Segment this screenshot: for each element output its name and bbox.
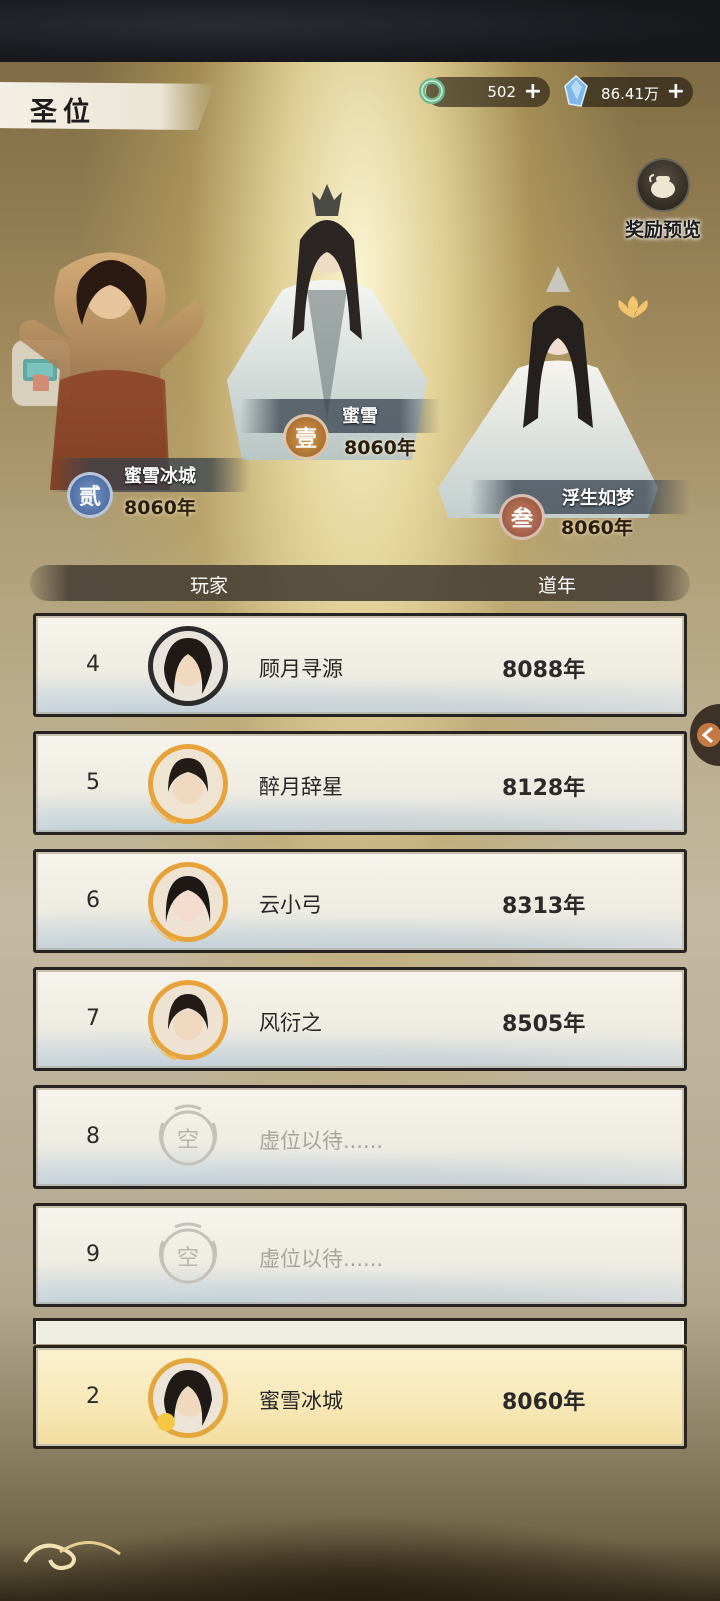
empty-seat-icon: 空 — [146, 1214, 230, 1298]
row-years: 8313年 — [502, 894, 586, 919]
table-row[interactable]: 6 云小弓 8313年 — [33, 849, 687, 953]
row-background-hills — [36, 784, 684, 832]
row-rank: 6 — [86, 888, 100, 913]
table-row[interactable]: 4 顾月寻源 8088年 — [33, 613, 687, 717]
first-name: 蜜雪 — [342, 406, 378, 427]
reward-preview-button[interactable]: 奖励预览 — [613, 158, 713, 241]
first-rank-badge: 壹 — [283, 414, 329, 460]
row-rank: 8 — [86, 1124, 100, 1149]
table-header: 玩家 道年 — [30, 565, 690, 601]
row-player-name: 顾月寻源 — [259, 657, 343, 681]
right-edge-tab[interactable] — [690, 704, 720, 766]
status-bar-area — [0, 0, 720, 62]
jade-currency[interactable]: 502 + — [419, 77, 550, 107]
avatar[interactable] — [146, 742, 230, 826]
jade-value: 502 — [487, 83, 516, 101]
avatar[interactable] — [146, 860, 230, 944]
years-column-header: 道年 — [538, 575, 577, 597]
avatar[interactable] — [146, 624, 230, 708]
table-row[interactable]: 5 醉月辞星 8128年 — [33, 731, 687, 835]
reward-preview-label: 奖励预览 — [624, 219, 701, 241]
row-player-name: 虚位以待...... — [259, 1247, 384, 1271]
podium-figure-third[interactable] — [428, 258, 678, 518]
second-rank-badge: 贰 — [67, 472, 113, 518]
empty-seat-icon: 空 — [146, 1096, 230, 1180]
crystal-value: 86.41万 — [601, 85, 659, 103]
crystal-currency[interactable]: 86.41万 + — [564, 74, 693, 107]
second-years: 8060年 — [124, 497, 196, 519]
row-player-name: 醉月辞星 — [259, 775, 343, 799]
avatar[interactable] — [146, 1356, 230, 1440]
row-background-hills — [36, 1020, 684, 1068]
row-years: 8128年 — [502, 776, 586, 801]
table-row-partial — [33, 1318, 687, 1344]
my-player-name: 蜜雪冰城 — [259, 1389, 343, 1413]
row-years: 8088年 — [502, 658, 586, 683]
chevron-left-icon — [697, 723, 720, 747]
row-rank: 4 — [86, 652, 100, 677]
second-name: 蜜雪冰城 — [124, 466, 196, 487]
empty-seat-label: 空 — [176, 1246, 199, 1271]
treasure-pot-icon — [636, 158, 690, 212]
row-rank: 7 — [86, 1006, 100, 1031]
my-years: 8060年 — [502, 1390, 586, 1415]
empty-seat-label: 空 — [176, 1128, 199, 1153]
third-name: 浮生如梦 — [562, 488, 634, 509]
third-rank-badge: 叁 — [499, 494, 545, 540]
first-nameplate — [240, 399, 440, 433]
row-background-hills — [36, 666, 684, 714]
row-player-name: 云小弓 — [259, 893, 322, 917]
row-years: 8505年 — [502, 1012, 586, 1037]
avatar[interactable] — [146, 978, 230, 1062]
crystal-add-button[interactable]: + — [667, 79, 685, 104]
table-row[interactable]: 9 空 虚位以待...... — [33, 1203, 687, 1307]
row-player-name: 风衍之 — [259, 1011, 322, 1035]
jade-ring-icon — [414, 73, 450, 109]
table-row[interactable]: 7 风衍之 8505年 — [33, 967, 687, 1071]
cloud-swirl-icon — [23, 1541, 121, 1570]
jade-add-button[interactable]: + — [524, 79, 542, 104]
third-years: 8060年 — [561, 517, 633, 539]
my-rank: 2 — [86, 1384, 100, 1409]
player-column-header: 玩家 — [190, 575, 229, 597]
my-rank-row[interactable]: 2 蜜雪冰城 8060年 — [33, 1345, 687, 1449]
row-rank: 5 — [86, 770, 100, 795]
page-title: 圣位 — [30, 97, 96, 128]
table-row[interactable]: 8 空 虚位以待...... — [33, 1085, 687, 1189]
row-player-name: 虚位以待...... — [259, 1129, 384, 1153]
row-rank: 9 — [86, 1242, 100, 1267]
row-background-hills — [36, 902, 684, 950]
blue-crystal-icon — [558, 73, 594, 109]
first-years: 8060年 — [344, 437, 416, 459]
rank-stage: 圣位 502 + 86.41万 + 奖励预览 壹 蜜雪 8060年 贰 蜜雪冰城… — [0, 62, 720, 1601]
